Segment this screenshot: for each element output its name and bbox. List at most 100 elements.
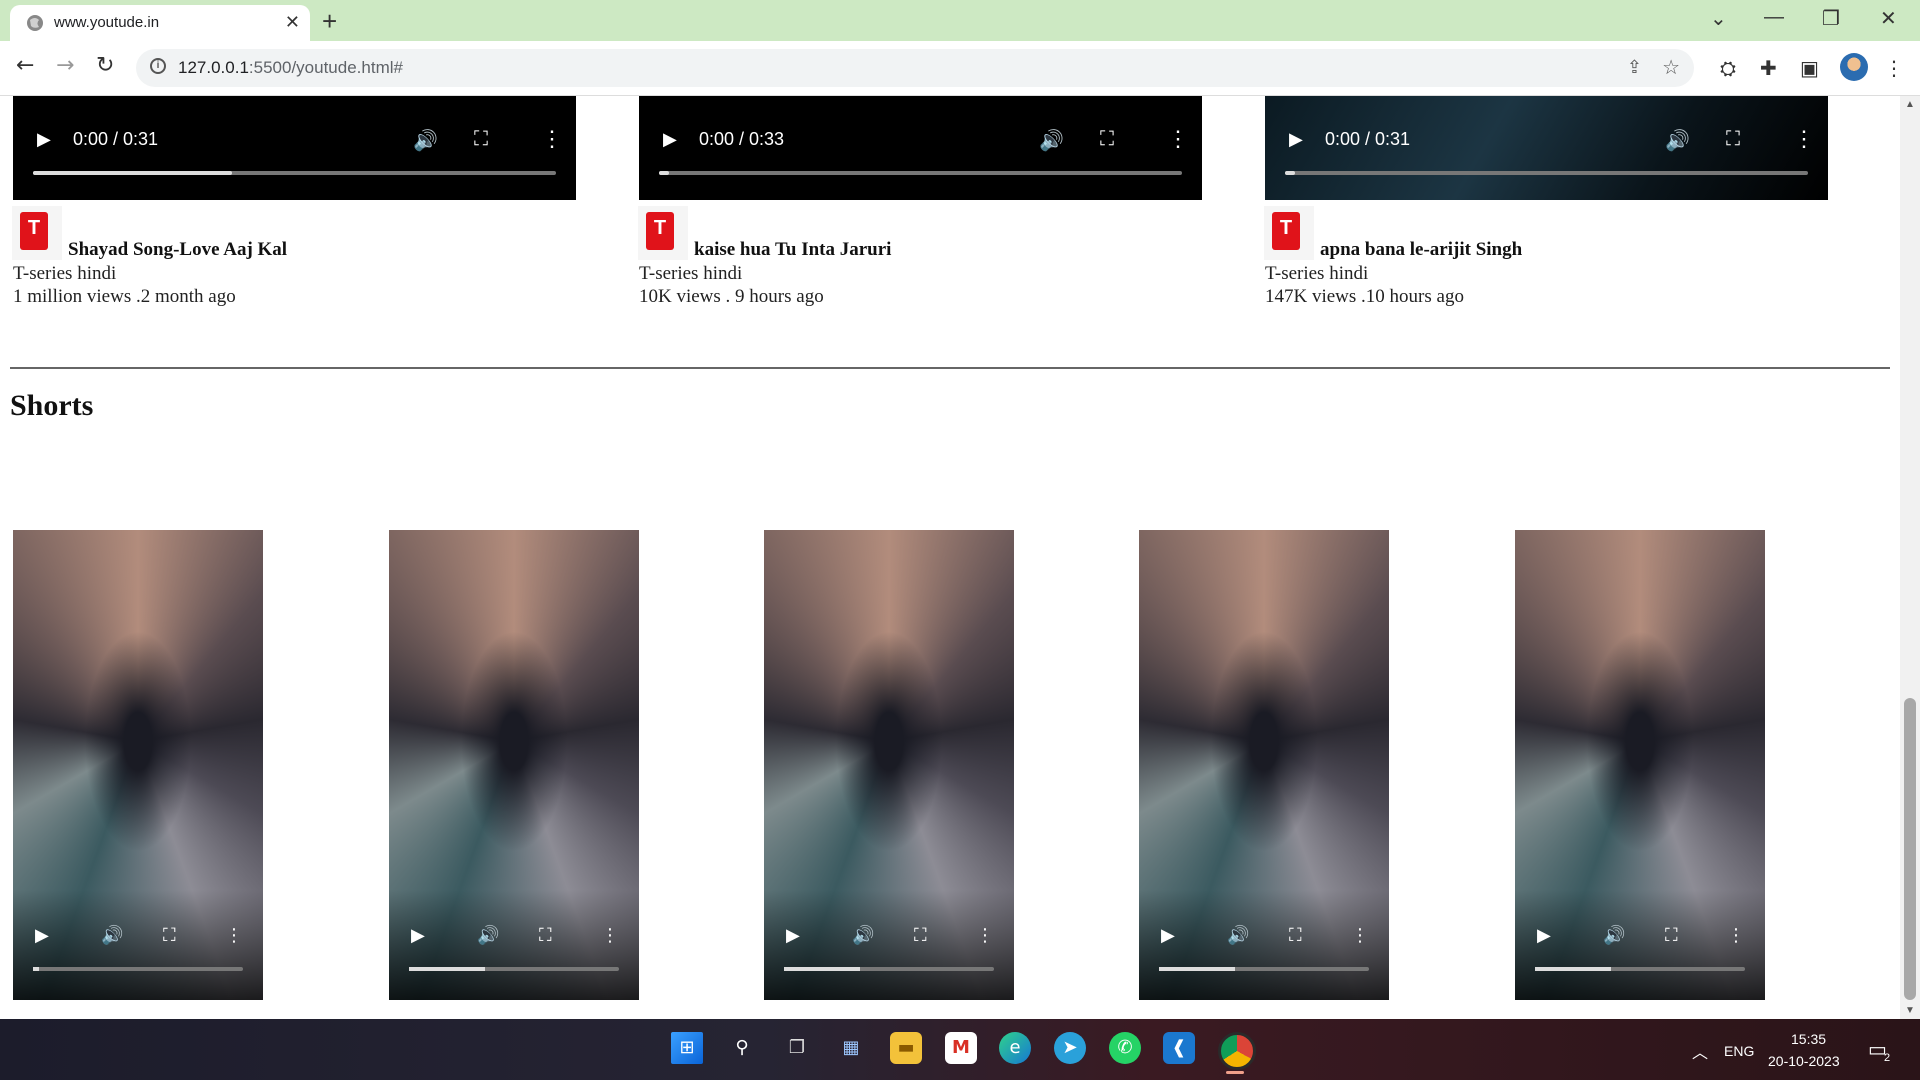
page-scrollbar[interactable]: ▲ ▼ xyxy=(1900,96,1920,1019)
video-progress[interactable] xyxy=(1285,171,1808,175)
video-player[interactable]: ▶ 0:00 / 0:31 🔊 ⛶ ⋮ xyxy=(1265,96,1828,200)
scroll-up-icon[interactable]: ▲ xyxy=(1905,99,1915,110)
play-icon[interactable]: ▶ xyxy=(1289,129,1303,150)
video-player[interactable]: ▶ 0:00 / 0:31 🔊 ⛶ ⋮ xyxy=(13,96,576,200)
close-tab-icon[interactable]: ✕ xyxy=(285,12,300,33)
volume-icon[interactable]: 🔊 xyxy=(852,925,874,946)
menu-kebab-icon[interactable]: ⋮ xyxy=(1884,56,1904,80)
video-progress[interactable] xyxy=(33,171,556,175)
fullscreen-icon[interactable]: ⛶ xyxy=(539,925,552,946)
play-icon[interactable]: ▶ xyxy=(35,925,49,946)
short-progress[interactable] xyxy=(784,967,994,971)
tray-chevron-icon[interactable]: ︿ xyxy=(1692,1039,1708,1063)
more-options-icon[interactable]: ⋮ xyxy=(976,925,994,946)
vscode-icon[interactable]: ❰ xyxy=(1163,1032,1195,1064)
more-options-icon[interactable]: ⋮ xyxy=(541,126,563,152)
start-windows-icon[interactable]: ⊞ xyxy=(671,1032,703,1064)
url-path: :5500/youtude.html# xyxy=(248,58,403,77)
scrollbar-thumb[interactable] xyxy=(1904,698,1916,1000)
play-icon[interactable]: ▶ xyxy=(37,129,51,150)
extension-bug-icon[interactable]: ⛭ xyxy=(1720,56,1736,80)
volume-icon[interactable]: 🔊 xyxy=(1603,925,1625,946)
reload-icon[interactable]: ↻ xyxy=(96,53,114,78)
video-time: 0:00 / 0:33 xyxy=(699,129,785,149)
fullscreen-icon[interactable]: ⛶ xyxy=(1665,925,1678,946)
play-icon[interactable]: ▶ xyxy=(786,925,800,946)
fullscreen-icon[interactable]: ⛶ xyxy=(1289,925,1302,946)
more-options-icon[interactable]: ⋮ xyxy=(225,925,243,946)
file-explorer-icon[interactable]: ▬ xyxy=(890,1032,922,1064)
video-title[interactable]: kaise hua Tu Inta Jaruri xyxy=(694,239,891,261)
whatsapp-icon[interactable]: ✆ xyxy=(1109,1032,1141,1064)
volume-icon[interactable]: 🔊 xyxy=(1227,925,1249,946)
chrome-icon[interactable] xyxy=(1218,1032,1256,1070)
video-player[interactable]: ▶ 0:00 / 0:33 🔊 ⛶ ⋮ xyxy=(639,96,1202,200)
gmail-icon[interactable]: M xyxy=(945,1032,977,1064)
channel-name[interactable]: T-series hindi xyxy=(639,262,742,285)
channel-logo[interactable]: T xyxy=(638,206,688,260)
search-icon[interactable]: ⚲ xyxy=(726,1032,758,1064)
channel-name[interactable]: T-series hindi xyxy=(13,262,116,285)
more-options-icon[interactable]: ⋮ xyxy=(1351,925,1369,946)
video-time: 0:00 / 0:31 xyxy=(73,129,159,149)
clock-time[interactable]: 15:35 xyxy=(1791,1031,1826,1047)
volume-icon[interactable]: 🔊 xyxy=(101,925,123,946)
volume-icon[interactable]: 🔊 xyxy=(477,925,499,946)
fullscreen-icon[interactable]: ⛶ xyxy=(1100,128,1114,151)
forward-icon[interactable]: → xyxy=(56,53,74,78)
fullscreen-icon[interactable]: ⛶ xyxy=(1726,128,1740,151)
short-video-player[interactable]: ▶ 🔊 ⛶ ⋮ xyxy=(1139,530,1389,1000)
short-progress[interactable] xyxy=(409,967,619,971)
video-title[interactable]: apna bana le-arijit Singh xyxy=(1320,239,1522,261)
profile-avatar[interactable] xyxy=(1840,53,1868,81)
volume-icon[interactable]: 🔊 xyxy=(1039,128,1064,153)
short-video-player[interactable]: ▶ 🔊 ⛶ ⋮ xyxy=(764,530,1014,1000)
volume-icon[interactable]: 🔊 xyxy=(413,128,438,153)
fullscreen-icon[interactable]: ⛶ xyxy=(914,925,927,946)
address-bar[interactable]: i 127.0.0.1:5500/youtude.html# ⇪ ☆ xyxy=(136,49,1694,87)
more-options-icon[interactable]: ⋮ xyxy=(1793,126,1815,152)
short-video-player[interactable]: ▶ 🔊 ⛶ ⋮ xyxy=(389,530,639,1000)
share-icon[interactable]: ⇪ xyxy=(1627,57,1642,78)
short-progress[interactable] xyxy=(1535,967,1745,971)
play-icon[interactable]: ▶ xyxy=(663,129,677,150)
tab-search-icon[interactable]: ⌄ xyxy=(1710,6,1727,31)
telegram-icon[interactable]: ➤ xyxy=(1054,1032,1086,1064)
video-time: 0:00 / 0:31 xyxy=(1325,129,1411,149)
fullscreen-icon[interactable]: ⛶ xyxy=(474,128,488,151)
channel-name[interactable]: T-series hindi xyxy=(1265,262,1368,285)
extensions-puzzle-icon[interactable]: ✚ xyxy=(1760,56,1777,80)
more-options-icon[interactable]: ⋮ xyxy=(601,925,619,946)
url-text[interactable]: 127.0.0.1:5500/youtude.html# xyxy=(178,58,403,78)
more-options-icon[interactable]: ⋮ xyxy=(1727,925,1745,946)
site-info-icon[interactable]: i xyxy=(150,58,166,74)
short-progress[interactable] xyxy=(1159,967,1369,971)
volume-icon[interactable]: 🔊 xyxy=(1665,128,1690,153)
bookmark-star-icon[interactable]: ☆ xyxy=(1662,55,1680,80)
edge-browser-icon[interactable]: e xyxy=(999,1032,1031,1064)
widgets-icon[interactable]: ▦ xyxy=(835,1032,867,1064)
side-panel-icon[interactable]: ▣ xyxy=(1800,56,1819,80)
close-window-button[interactable]: ✕ xyxy=(1880,6,1897,31)
fullscreen-icon[interactable]: ⛶ xyxy=(163,925,176,946)
short-video-player[interactable]: ▶ 🔊 ⛶ ⋮ xyxy=(1515,530,1765,1000)
play-icon[interactable]: ▶ xyxy=(411,925,425,946)
play-icon[interactable]: ▶ xyxy=(1161,925,1175,946)
short-video-player[interactable]: ▶ 🔊 ⛶ ⋮ xyxy=(13,530,263,1000)
play-icon[interactable]: ▶ xyxy=(1537,925,1551,946)
task-view-icon[interactable]: ❐ xyxy=(781,1032,813,1064)
short-progress[interactable] xyxy=(33,967,243,971)
language-indicator[interactable]: ENG xyxy=(1724,1043,1754,1059)
more-options-icon[interactable]: ⋮ xyxy=(1167,126,1189,152)
new-tab-button[interactable]: + xyxy=(322,6,337,37)
channel-logo[interactable]: T xyxy=(12,206,62,260)
channel-logo[interactable]: T xyxy=(1264,206,1314,260)
back-icon[interactable]: ← xyxy=(16,53,34,78)
video-progress[interactable] xyxy=(659,171,1182,175)
video-title[interactable]: Shayad Song-Love Aaj Kal xyxy=(68,239,287,261)
browser-tab[interactable]: www.youtude.in ✕ xyxy=(10,5,310,41)
scroll-down-icon[interactable]: ▼ xyxy=(1905,1005,1915,1016)
minimize-button[interactable]: — xyxy=(1764,6,1784,29)
clock-date[interactable]: 20-10-2023 xyxy=(1768,1053,1840,1069)
restore-button[interactable]: ❐ xyxy=(1822,6,1840,31)
